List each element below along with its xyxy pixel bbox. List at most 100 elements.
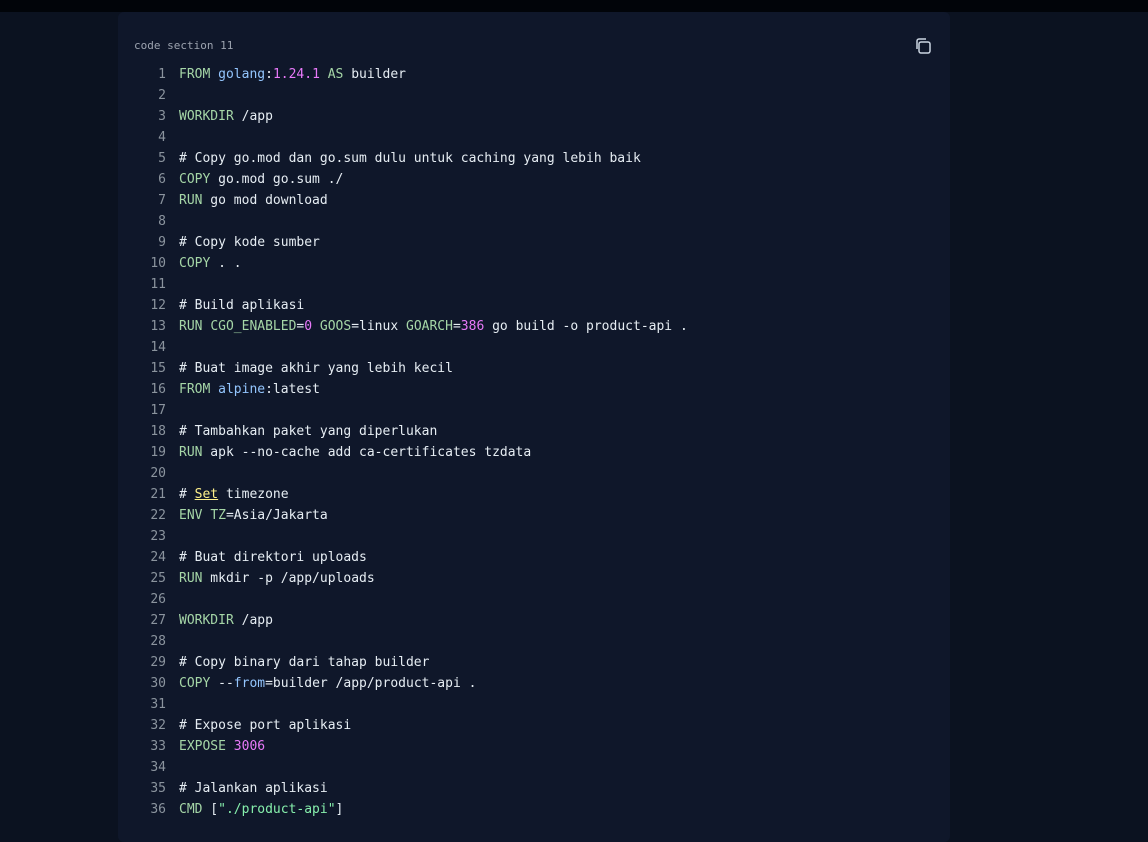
line-text: ENV TZ=Asia/Jakarta — [179, 505, 328, 526]
line-number: 8 — [158, 214, 166, 229]
line-number: 30 — [150, 676, 166, 691]
code-token: from — [233, 676, 266, 691]
line-text: # Copy binary dari tahap builder — [179, 652, 429, 673]
line-text: # Jalankan aplikasi — [179, 778, 328, 799]
code-token: FROM — [179, 67, 211, 82]
code-line: 14 — [118, 337, 950, 358]
code-token: # Copy binary dari tahap builder — [179, 655, 430, 670]
code-line: 5 # Copy go.mod dan go.sum dulu untuk cac… — [118, 148, 950, 169]
line-number: 24 — [150, 550, 166, 565]
code-token: # Jalankan aplikasi — [179, 781, 328, 796]
line-number: 15 — [150, 361, 166, 376]
code-line: 35 # Jalankan aplikasi — [118, 778, 950, 799]
line-number: 5 — [158, 151, 166, 166]
code-token: # Expose port aplikasi — [179, 718, 352, 733]
code-token: GOARCH — [406, 319, 453, 334]
code-token: RUN — [179, 445, 203, 460]
code-line: 34 — [118, 757, 950, 778]
code-token: . . — [210, 256, 242, 271]
code-line: 15 # Buat image akhir yang lebih kecil — [118, 358, 950, 379]
code-token: EXPOSE — [179, 739, 226, 754]
line-text: WORKDIR /app — [179, 106, 273, 127]
line-number: 3 — [158, 109, 166, 124]
code-token: GOOS — [319, 319, 352, 334]
line-text: COPY . . — [179, 253, 242, 274]
code-token: =Asia/Jakarta — [225, 508, 328, 523]
line-number: 14 — [150, 340, 166, 355]
line-number: 26 — [150, 592, 166, 607]
line-text: RUN CGO_ENABLED=0 GOOS=linux GOARCH=386 … — [179, 316, 688, 337]
code-token: /app — [233, 109, 273, 124]
line-number: 23 — [150, 529, 166, 544]
line-number: 16 — [150, 382, 166, 397]
code-line: 27 WORKDIR /app — [118, 610, 950, 631]
line-text: RUN apk --no-cache add ca-certificates t… — [179, 442, 531, 463]
line-number: 31 — [150, 697, 166, 712]
line-text: WORKDIR /app — [179, 610, 273, 631]
code-token: COPY — [179, 676, 211, 691]
code-line: 3 WORKDIR /app — [118, 106, 950, 127]
code-token: CGO_ENABLED — [210, 319, 297, 334]
code-line: 31 — [118, 694, 950, 715]
code-line: 30 COPY --from=builder /app/product-api . — [118, 673, 950, 694]
line-number: 32 — [150, 718, 166, 733]
line-number: 6 — [158, 172, 166, 187]
line-number: 22 — [150, 508, 166, 523]
code-token: golang — [218, 67, 266, 82]
code-token: # Tambahkan paket yang diperlukan — [179, 424, 438, 439]
code-token: go.mod go.sum ./ — [210, 172, 344, 187]
code-token: go mod download — [202, 193, 328, 208]
code-block: code section 11 1 FROM golang:1.24.1 AS b… — [118, 12, 950, 842]
line-text: CMD ["./product-api"] — [179, 799, 343, 820]
line-number: 10 — [150, 256, 166, 271]
line-number: 2 — [158, 88, 166, 103]
line-text: EXPOSE 3006 — [179, 736, 265, 757]
line-text: COPY --from=builder /app/product-api . — [179, 673, 476, 694]
code-line: 36 CMD ["./product-api"] — [118, 799, 950, 820]
line-number: 19 — [150, 445, 166, 460]
code-lines[interactable]: 1 FROM golang:1.24.1 AS builder 2 3 WORKDIR … — [118, 64, 950, 820]
line-text: RUN go mod download — [179, 190, 328, 211]
code-line: 33 EXPOSE 3006 — [118, 736, 950, 757]
code-line: 29 # Copy binary dari tahap builder — [118, 652, 950, 673]
code-token: RUN — [179, 319, 203, 334]
code-token: = — [452, 319, 461, 334]
code-line: 1 FROM golang:1.24.1 AS builder — [118, 64, 950, 85]
line-number: 29 — [150, 655, 166, 670]
copy-button[interactable] — [912, 35, 934, 57]
code-token: ] — [335, 802, 344, 817]
line-text: # Buat image akhir yang lebih kecil — [179, 358, 453, 379]
code-token: TZ — [210, 508, 226, 523]
code-token: mkdir -p /app/uploads — [202, 571, 375, 586]
line-text: RUN mkdir -p /app/uploads — [179, 568, 375, 589]
code-token: # Buat direktori uploads — [179, 550, 367, 565]
code-token: CMD — [179, 802, 203, 817]
code-token: RUN — [179, 571, 203, 586]
line-number: 25 — [150, 571, 166, 586]
code-token: =linux — [351, 319, 406, 334]
code-token: WORKDIR — [179, 109, 234, 124]
line-number: 18 — [150, 424, 166, 439]
code-line: 24 # Buat direktori uploads — [118, 547, 950, 568]
code-line: 13 RUN CGO_ENABLED=0 GOOS=linux GOARCH=38… — [118, 316, 950, 337]
code-token: # Build aplikasi — [179, 298, 305, 313]
code-token: # Copy go.mod dan go.sum dulu untuk cach… — [179, 151, 641, 166]
line-text: # Build aplikasi — [179, 295, 304, 316]
code-token: apk --no-cache add ca-certificates tzdat… — [202, 445, 532, 460]
code-token: /app — [233, 613, 273, 628]
code-token: : — [265, 67, 273, 82]
code-line: 12 # Build aplikasi — [118, 295, 950, 316]
line-text: FROM golang:1.24.1 AS builder — [179, 64, 406, 85]
line-text: COPY go.mod go.sum ./ — [179, 169, 343, 190]
code-token: :latest — [265, 382, 320, 397]
line-number: 1 — [158, 67, 166, 82]
line-number: 21 — [150, 487, 166, 502]
line-number: 36 — [150, 802, 166, 817]
line-text: # Buat direktori uploads — [179, 547, 367, 568]
line-number: 27 — [150, 613, 166, 628]
code-line: 21 # Set timezone — [118, 484, 950, 505]
